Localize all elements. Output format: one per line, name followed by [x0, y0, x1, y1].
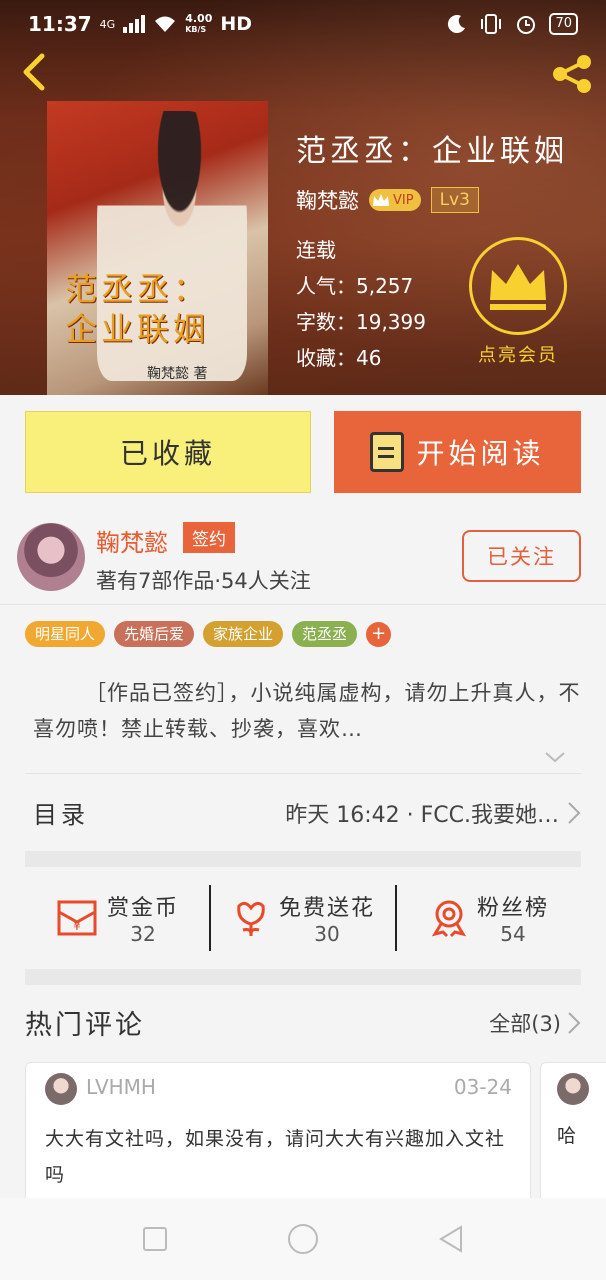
- member-label: 点亮会员: [478, 345, 558, 366]
- author-row: 鞠梵懿 VIP Lv3: [296, 185, 479, 215]
- tag-item[interactable]: 范丞丞: [292, 621, 358, 647]
- battery-indicator: 70: [549, 13, 578, 35]
- author-section: 鞠梵懿 签约 著有7部作品·54人关注 已关注: [0, 513, 606, 605]
- recent-apps-button[interactable]: [135, 1219, 175, 1259]
- hd-indicator: HD: [220, 13, 253, 35]
- coin-envelope-icon: ¥: [57, 900, 97, 936]
- book-cover[interactable]: 范丞丞： 企业联姻 鞠梵懿 著: [47, 101, 268, 395]
- system-navigation-bar: [0, 1198, 606, 1280]
- system-back-button[interactable]: [431, 1219, 471, 1259]
- comment-card[interactable]: LVHMH 03-24 大大有文社吗，如果没有，请问大大有兴趣加入文社吗: [25, 1062, 531, 1212]
- author-name[interactable]: 鞠梵懿: [296, 185, 359, 215]
- follow-button[interactable]: 已关注: [462, 530, 581, 582]
- rewards-bar: ¥ 赏金币 32 免费送花 30 粉丝榜 54: [25, 867, 581, 969]
- status-time: 11:37: [28, 12, 92, 36]
- back-arrow-icon: [23, 53, 45, 91]
- signed-badge: 签约: [183, 522, 235, 553]
- flower-icon: [237, 901, 265, 936]
- level-badge: Lv3: [430, 187, 479, 213]
- tag-item[interactable]: 家族企业: [203, 621, 284, 647]
- latest-chapter: 昨天 16:42 · FCC.我要她…: [285, 802, 559, 828]
- comment-date: 03-24: [453, 1075, 512, 1099]
- comment-text: 哈: [557, 1125, 577, 1147]
- tag-list: 明星同人 先婚后爱 家族企业 范丞丞 +: [25, 621, 392, 647]
- member-button[interactable]: 点亮会员: [466, 237, 570, 367]
- network-type: 4G: [99, 17, 116, 31]
- commenter-avatar[interactable]: [557, 1073, 589, 1105]
- wifi-icon: [155, 16, 176, 32]
- tag-item[interactable]: 先婚后爱: [114, 621, 195, 647]
- book-stats: 连载 人气：5,257 字数：19,399 收藏：46: [296, 232, 426, 376]
- vip-badge: VIP: [369, 189, 421, 211]
- moon-icon: [448, 15, 466, 34]
- comment-text: 大大有文社吗，如果没有，请问大大有兴趣加入文社吗: [45, 1128, 506, 1186]
- fan-ranking-button[interactable]: 粉丝榜 54: [395, 885, 581, 951]
- home-button[interactable]: [283, 1219, 323, 1259]
- author-section-name[interactable]: 鞠梵懿: [96, 523, 168, 558]
- section-divider: [25, 969, 581, 985]
- triangle-back-icon: [439, 1225, 462, 1253]
- all-comments-link[interactable]: 全部(3): [489, 1008, 581, 1038]
- status-bar: 11:37 4G 4.00 KB/S HD 70: [0, 0, 606, 48]
- book-favorites: 收藏：46: [296, 346, 382, 370]
- comment-card[interactable]: 哈: [540, 1062, 606, 1212]
- toc-label: 目录: [33, 801, 89, 829]
- expand-description-icon[interactable]: [544, 748, 566, 766]
- book-description: ［作品已签约］，小说纯属虚构，请勿上升真人，不喜勿喷！禁止转载、抄袭，喜欢…: [33, 681, 581, 741]
- member-ring: [469, 237, 567, 335]
- book-icon: [370, 432, 405, 472]
- book-popularity: 人气：5,257: [296, 274, 414, 298]
- send-flower-button[interactable]: 免费送花 30: [209, 885, 395, 951]
- start-reading-label: 开始阅读: [416, 437, 545, 470]
- vibrate-icon: [481, 14, 502, 34]
- cover-title: 范丞丞： 企业联姻: [65, 270, 210, 348]
- book-word-count: 字数：19,399: [296, 310, 426, 334]
- svg-text:¥: ¥: [73, 919, 81, 933]
- chevron-right-icon: [568, 801, 581, 824]
- circle-icon: [288, 1224, 318, 1254]
- crown-icon: [373, 194, 389, 206]
- book-header: 11:37 4G 4.00 KB/S HD 70 范丞丞： 企业联姻 鞠梵懿 著 …: [0, 0, 606, 395]
- square-icon: [143, 1227, 167, 1251]
- hot-comments-title: 热门评论: [25, 1010, 145, 1041]
- alarm-icon: [517, 16, 536, 34]
- book-status: 连载: [296, 238, 336, 262]
- favorite-button[interactable]: 已收藏: [25, 411, 311, 493]
- table-of-contents-row[interactable]: 目录 昨天 16:42 · FCC.我要她…: [25, 773, 581, 851]
- author-info: 著有7部作品·54人关注: [96, 569, 311, 593]
- book-title: 范丞丞：企业联姻: [296, 134, 568, 169]
- back-button[interactable]: [14, 50, 54, 94]
- crown-icon: [490, 264, 546, 310]
- network-speed: 4.00 KB/S: [185, 12, 213, 34]
- cover-author: 鞠梵懿 著: [147, 366, 208, 382]
- share-icon: [553, 55, 591, 93]
- share-button[interactable]: [548, 52, 596, 96]
- signal-icon: [123, 15, 146, 33]
- hot-comments-header: 热门评论 全部(3): [25, 1003, 581, 1042]
- commenter-name: LVHMH: [86, 1075, 156, 1099]
- reward-coins-button[interactable]: ¥ 赏金币 32: [25, 885, 209, 951]
- add-tag-button[interactable]: +: [366, 621, 392, 647]
- tag-item[interactable]: 明星同人: [25, 621, 106, 647]
- medal-icon: [431, 900, 467, 938]
- chevron-right-icon: [568, 1011, 581, 1034]
- section-divider: [25, 851, 581, 867]
- author-avatar[interactable]: [17, 523, 85, 591]
- commenter-avatar[interactable]: [45, 1073, 77, 1105]
- start-reading-button[interactable]: 开始阅读: [334, 411, 581, 493]
